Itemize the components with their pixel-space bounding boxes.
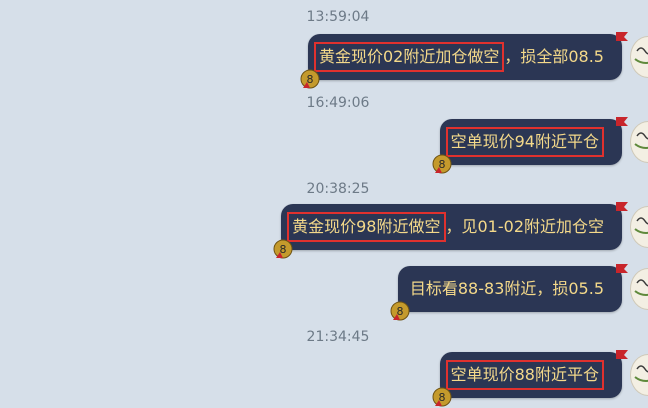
user-avatar[interactable] (630, 268, 648, 310)
message-bubble[interactable]: 空单现价88附近平仓 8 (432, 350, 628, 407)
timestamp: 21:34:45 (306, 329, 370, 345)
timestamp: 16:49:06 (306, 95, 370, 111)
ribbon-icon (616, 32, 628, 41)
level-badge-icon: 8 (432, 154, 452, 174)
level-badge-icon: 8 (390, 301, 410, 321)
highlighted-text: 黄金现价98附近做空 (287, 212, 446, 242)
ribbon-icon (616, 202, 628, 211)
user-avatar[interactable] (630, 206, 648, 248)
level-badge-icon: 8 (300, 69, 320, 89)
message-row: 黄金现价02附近加仓做空 ，损全部08.5 8 (0, 32, 648, 89)
message-row: 空单现价94附近平仓 8 (0, 117, 648, 174)
svg-text:8: 8 (438, 391, 445, 404)
level-badge-icon: 8 (273, 239, 293, 259)
highlighted-text: 空单现价88附近平仓 (445, 360, 604, 390)
message-row: 黄金现价98附近做空 ，见01-02附近加仓空 8 (0, 202, 648, 259)
ribbon-icon (616, 264, 628, 273)
timestamp: 20:38:25 (306, 181, 370, 197)
message-text: ，见01-02附近加仓空 (445, 217, 605, 236)
user-avatar[interactable] (630, 354, 648, 396)
level-badge-icon: 8 (432, 387, 452, 407)
ribbon-icon (616, 350, 628, 359)
message-text: 目标看88-83附近，损05.5 (409, 279, 604, 298)
svg-text:8: 8 (396, 305, 403, 318)
svg-text:8: 8 (280, 243, 287, 256)
svg-text:8: 8 (438, 158, 445, 171)
svg-text:8: 8 (306, 73, 313, 86)
highlighted-text: 黄金现价02附近加仓做空 (313, 42, 505, 72)
message-bubble[interactable]: 空单现价94附近平仓 8 (432, 117, 628, 174)
ribbon-icon (616, 117, 628, 126)
highlighted-text: 空单现价94附近平仓 (445, 127, 604, 157)
message-row: 目标看88-83附近，损05.5 8 (0, 264, 648, 321)
user-avatar[interactable] (630, 36, 648, 78)
user-avatar[interactable] (630, 121, 648, 163)
message-row: 空单现价88附近平仓 8 (0, 350, 648, 407)
message-bubble[interactable]: 目标看88-83附近，损05.5 8 (390, 264, 628, 321)
timestamp: 13:59:04 (306, 9, 370, 25)
message-bubble[interactable]: 黄金现价98附近做空 ，见01-02附近加仓空 8 (273, 202, 628, 259)
message-text: ，损全部08.5 (504, 47, 604, 66)
message-bubble[interactable]: 黄金现价02附近加仓做空 ，损全部08.5 8 (300, 32, 628, 89)
